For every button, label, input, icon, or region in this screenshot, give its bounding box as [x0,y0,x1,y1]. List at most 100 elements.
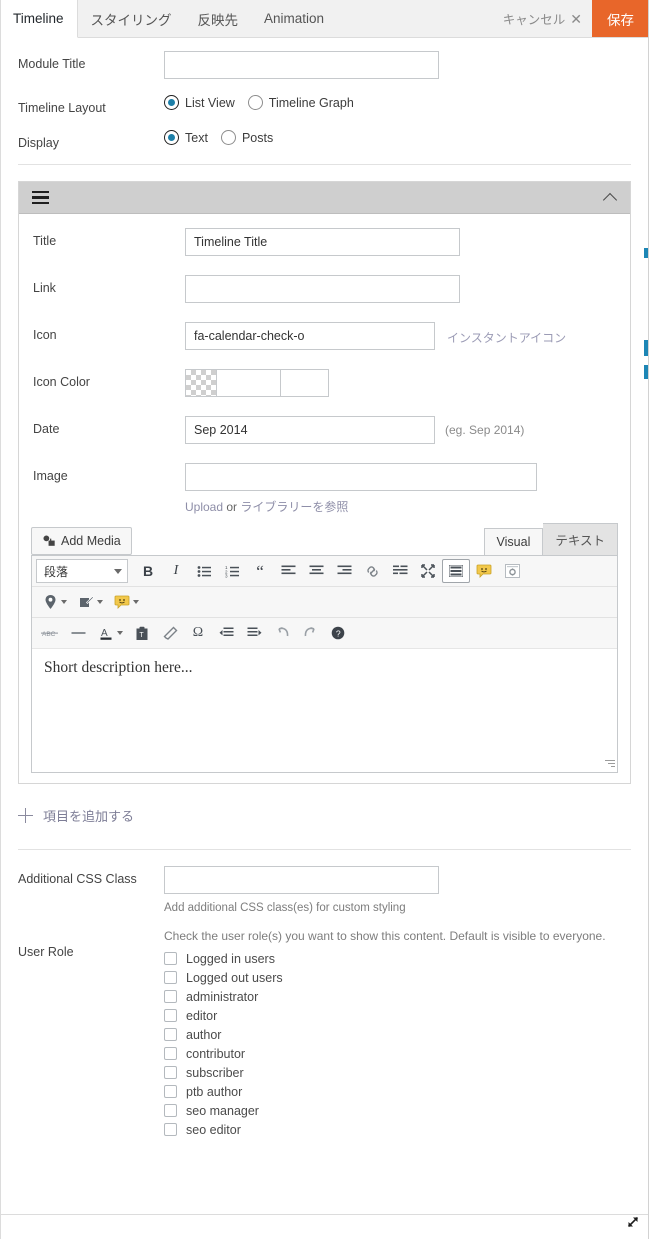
radio-display-text[interactable]: Text [164,130,208,145]
item-icon-input[interactable] [185,322,435,350]
item-link-input[interactable] [185,275,460,303]
tab-target[interactable]: 反映先 [185,0,252,37]
settings-scroll-area[interactable]: Module Title Timeline Layout List View T… [0,38,649,1239]
item-title-label: Title [33,234,57,248]
align-center-icon[interactable] [302,559,330,583]
cancel-button[interactable]: キャンセル ✕ [493,9,592,28]
css-class-input[interactable] [164,866,439,894]
color-picker [185,369,616,397]
checkbox-box[interactable] [164,952,177,965]
instant-icon-link[interactable]: インスタントアイコン [447,322,566,346]
field-user-role: User Role Check the user role(s) you wan… [0,929,649,1139]
checkbox-box[interactable] [164,990,177,1003]
tab-text[interactable]: テキスト [543,523,618,555]
item-date-input[interactable] [185,416,435,444]
color-picker-button[interactable] [281,369,329,397]
text-color-icon[interactable]: A [92,621,120,645]
checkbox-subscriber[interactable]: subscriber [164,1063,631,1082]
add-media-button[interactable]: Add Media [31,527,132,555]
blockquote-icon[interactable]: “ [246,559,274,583]
close-icon[interactable]: ✕ [570,12,582,26]
tab-animation[interactable]: Animation [251,0,337,37]
toolbar-toggle-icon[interactable] [442,559,470,583]
module-title-input[interactable] [164,51,439,79]
map-pin-icon[interactable] [36,590,64,614]
format-select[interactable]: 段落 [36,559,128,583]
indent-icon[interactable] [240,621,268,645]
clear-formatting-icon[interactable] [156,621,184,645]
radio-timeline-graph-indicator[interactable] [247,95,263,110]
tab-visual[interactable]: Visual [483,528,544,555]
checkbox-box[interactable] [164,1104,177,1117]
checkbox-box[interactable] [164,1028,177,1041]
checkbox-seo-manager[interactable]: seo manager [164,1101,631,1120]
item-title-input[interactable] [185,228,460,256]
checkbox-label: contributor [186,1046,246,1061]
checkbox-box[interactable] [164,1085,177,1098]
read-more-icon[interactable] [386,559,414,583]
undo-icon[interactable] [268,621,296,645]
special-character-icon[interactable]: Ω [184,621,212,645]
topbar-actions: キャンセル ✕ 保存 [493,0,649,37]
redo-icon[interactable] [296,621,324,645]
add-item-label: 項目を追加する [43,809,135,824]
checkbox-author[interactable]: author [164,1025,631,1044]
outdent-icon[interactable] [212,621,240,645]
hamburger-icon[interactable] [32,190,49,205]
checkbox-editor[interactable]: editor [164,1006,631,1025]
or-label: or [226,500,238,514]
checkbox-box[interactable] [164,971,177,984]
numbered-list-icon[interactable]: 1 2 3 [218,559,246,583]
tab-styling[interactable]: スタイリング [78,0,185,37]
item-image-input[interactable] [185,463,537,491]
page-settings-icon[interactable] [498,559,526,583]
upload-link[interactable]: Upload [185,500,223,514]
link-icon[interactable] [358,559,386,583]
bulleted-list-icon[interactable] [190,559,218,583]
tab-timeline[interactable]: Timeline [0,0,78,38]
color-swatch-transparent[interactable] [185,369,217,397]
checkbox-box[interactable] [164,1066,177,1079]
radio-list-view[interactable]: List View [164,95,235,110]
align-left-icon[interactable] [274,559,302,583]
editor-resize-handle[interactable] [603,758,615,770]
browse-library-link[interactable]: ライブラリーを参照 [240,500,348,514]
strikethrough-icon[interactable]: ABC [36,621,64,645]
wp-editor: Add Media Visual テキスト 段落 B I 1 2 3 “ ABC… [31,523,618,773]
add-item-button[interactable]: 項目を追加する [18,806,631,825]
italic-icon[interactable]: I [162,559,190,583]
module-title-label: Module Title [18,57,86,71]
bold-icon[interactable]: B [134,559,162,583]
pencil-edit-icon[interactable] [72,590,100,614]
checkbox-seo-editor[interactable]: seo editor [164,1120,631,1139]
smiley-icon[interactable] [108,590,136,614]
checkbox-box[interactable] [164,1047,177,1060]
checkbox-ptb-author[interactable]: ptb author [164,1082,631,1101]
mce-toolbar-row-1: 段落 B I 1 2 3 “ [32,556,617,587]
checkbox-administrator[interactable]: administrator [164,987,631,1006]
mce-content-area[interactable]: Short description here... [32,648,617,772]
radio-timeline-graph[interactable]: Timeline Graph [247,95,354,110]
radio-display-posts[interactable]: Posts [220,130,273,145]
keyboard-help-icon[interactable]: ? [324,621,352,645]
timeline-item-header[interactable] [19,182,630,214]
fullscreen-icon[interactable] [414,559,442,583]
save-button[interactable]: 保存 [592,0,649,37]
checkbox-contributor[interactable]: contributor [164,1044,631,1063]
checkbox-logged-in-users[interactable]: Logged in users [164,949,631,968]
radio-display-posts-indicator[interactable] [220,130,236,145]
horizontal-rule-icon[interactable] [64,621,92,645]
checkbox-box[interactable] [164,1123,177,1136]
checkbox-box[interactable] [164,1009,177,1022]
field-item-icon: Icon インスタントアイコン [19,322,630,350]
field-item-title: Title [19,228,630,256]
emoji-icon[interactable] [470,559,498,583]
radio-display-text-indicator[interactable] [164,130,179,145]
radio-list-view-indicator[interactable] [164,95,179,110]
color-value-input[interactable] [217,369,281,397]
checkbox-logged-out-users[interactable]: Logged out users [164,968,631,987]
paste-as-text-icon[interactable]: T [128,621,156,645]
align-right-icon[interactable] [330,559,358,583]
chevron-up-icon[interactable] [604,191,617,204]
svg-text:A: A [101,628,108,639]
